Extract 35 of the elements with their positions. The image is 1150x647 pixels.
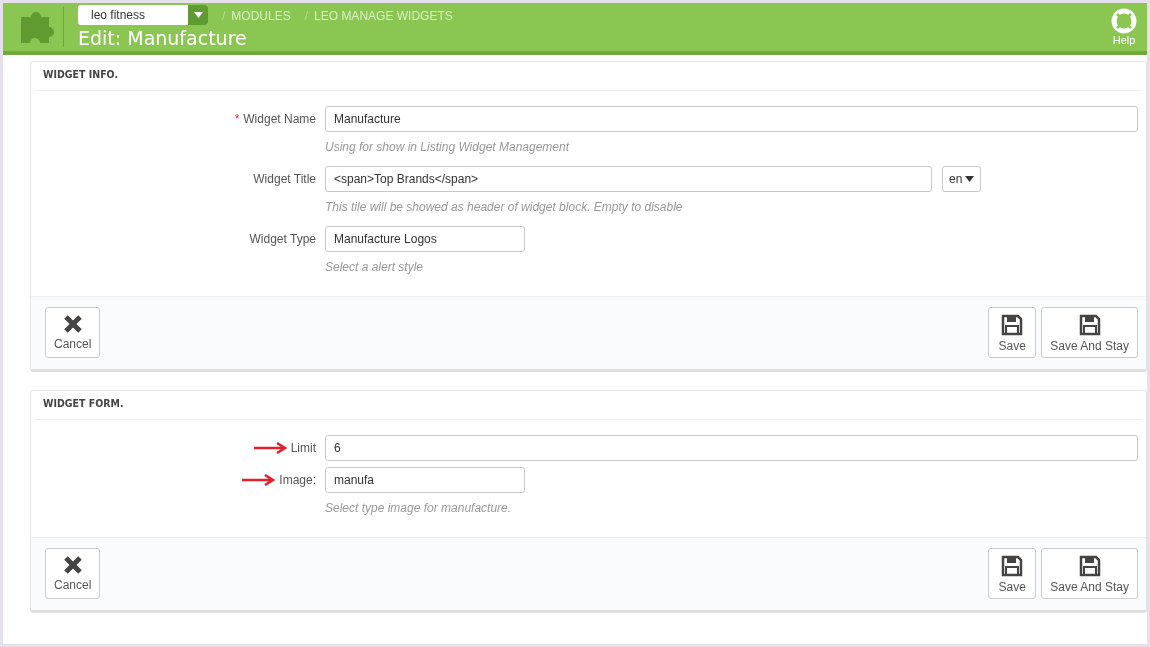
close-icon [62,314,83,334]
caret-icon [965,176,975,182]
arrow-icon [252,442,287,454]
save-button[interactable]: Save And Stay [1041,548,1138,599]
input-field[interactable]: 6 [325,435,1138,461]
save-button[interactable]: Save [988,548,1037,599]
close-icon [62,555,83,575]
field-label: Widget Type [249,232,316,246]
required-mark: * [234,112,240,126]
field-label: Image: [279,473,316,487]
field-hint: Select type image for manufacture. [325,501,513,515]
caret-icon [193,12,203,18]
breadcrumb-separator: / [222,9,226,23]
field-hint: Using for show in Listing Widget Management [325,140,571,154]
arrow-icon [241,474,276,486]
shop-selector[interactable]: leo fitness [78,5,208,25]
cancel-button[interactable]: Cancel [45,548,101,599]
panel-title: WIDGET INFO. [35,62,1142,91]
input-field[interactable]: Manufacture [325,106,1138,132]
field-hint: Select a alert style [325,260,425,274]
input-field[interactable]: Manufacture Logos [325,226,525,252]
language-dropdown[interactable]: en [942,166,982,192]
cancel-button[interactable]: Cancel [45,307,101,358]
panel-title: WIDGET FORM. [35,391,1142,420]
field-label: Widget Title [253,172,316,186]
save-button[interactable]: Save And Stay [1041,307,1138,358]
input-field[interactable]: manufa [325,467,525,493]
save-button[interactable]: Save [988,307,1037,358]
field-hint: This tile will be showed as header of widget block. Empty to disable [325,200,684,214]
breadcrumb-separator: / [304,9,309,23]
field-label: Limit [290,441,316,455]
input-field[interactable]: <span>Top Brands</span> [325,166,932,192]
field-label: Widget Name [243,112,316,126]
lifebuoy-icon [1111,8,1137,34]
page-title: Edit: Manufacture [78,27,248,49]
